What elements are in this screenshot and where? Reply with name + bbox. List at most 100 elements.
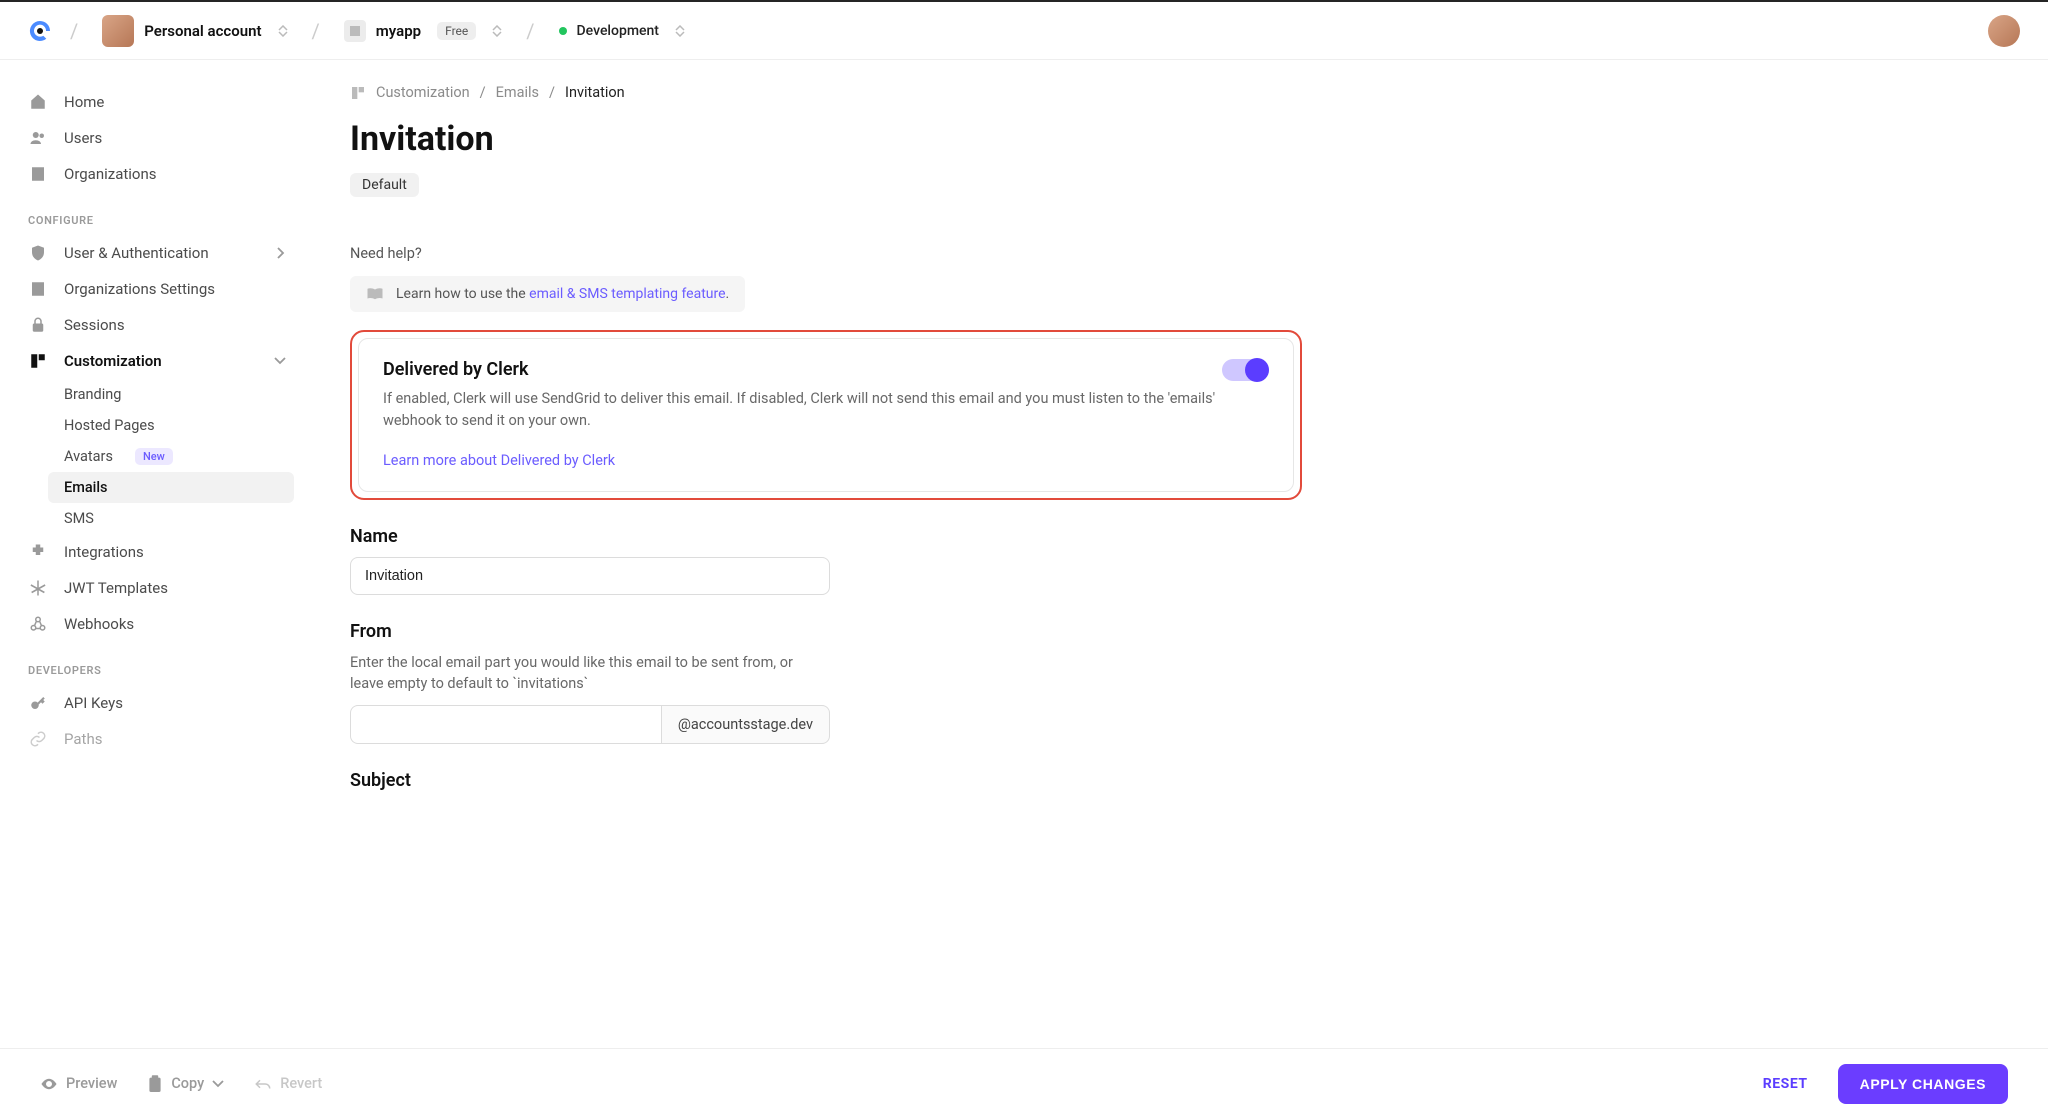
sidebar-item-label: Emails [64,479,108,496]
sidebar-item-organizations[interactable]: Organizations [0,156,310,192]
sidebar-item-label: Organizations [64,165,157,183]
sidebar-item-integrations[interactable]: Integrations [0,534,310,570]
name-input[interactable] [350,557,830,595]
main-content: Customization / Emails / Invitation Invi… [310,60,1350,1048]
help-text: Learn how to use the email & SMS templat… [396,286,729,302]
app-name: myapp [376,22,421,40]
learn-more-link[interactable]: Learn more about Delivered by Clerk [383,452,615,469]
help-box: Learn how to use the email & SMS templat… [350,276,745,312]
chevron-updown-icon [492,25,502,37]
from-input[interactable] [350,705,661,744]
apply-changes-button[interactable]: APPLY CHANGES [1838,1064,2008,1104]
highlighted-card-outline: Delivered by Clerk If enabled, Clerk wil… [350,330,1302,500]
from-description: Enter the local email part you would lik… [350,652,810,696]
separator: / [526,19,534,43]
sidebar-item-api-keys[interactable]: API Keys [0,685,310,721]
sidebar-item-org-settings[interactable]: Organizations Settings [0,271,310,307]
undo-icon [254,1077,272,1091]
plugin-icon [28,542,48,562]
book-icon [366,287,384,301]
palette-icon [350,85,366,101]
sidebar-item-emails[interactable]: Emails [48,472,294,503]
preview-button[interactable]: Preview [40,1075,117,1092]
sidebar-item-label: API Keys [64,694,123,712]
asterisk-icon [28,578,48,598]
breadcrumb-item[interactable]: Emails [496,84,539,101]
users-icon [28,128,48,148]
chevron-down-icon [274,356,286,366]
delivered-toggle[interactable] [1222,359,1269,381]
chevron-down-icon [212,1080,224,1088]
chevron-updown-icon [278,25,288,37]
card-description: If enabled, Clerk will use SendGrid to d… [383,388,1222,432]
sidebar-item-users[interactable]: Users [0,120,310,156]
sidebar-item-label: Sessions [64,316,125,334]
sidebar: Home Users Organizations CONFIGURE User … [0,60,310,1048]
app-selector[interactable]: myapp Free [338,16,508,46]
sidebar-item-label: Avatars [64,448,113,465]
separator: / [549,84,555,101]
plan-badge: Free [437,22,476,40]
link-icon [28,729,48,749]
copy-button[interactable]: Copy [147,1075,224,1093]
new-badge: New [135,448,173,465]
environment-selector[interactable]: Development [553,19,691,43]
from-domain-addon: @accountsstage.dev [661,705,830,744]
sidebar-item-branding[interactable]: Branding [0,379,310,410]
sidebar-item-jwt[interactable]: JWT Templates [0,570,310,606]
account-selector[interactable]: Personal account [96,11,293,51]
building-icon [28,164,48,184]
separator: / [70,19,78,43]
sidebar-item-user-auth[interactable]: User & Authentication [0,235,310,271]
sidebar-item-avatars[interactable]: Avatars New [0,441,310,472]
account-name: Personal account [144,22,261,40]
sidebar-item-label: SMS [64,510,94,527]
delivered-by-clerk-card: Delivered by Clerk If enabled, Clerk wil… [358,338,1294,492]
from-label: From [350,621,1302,642]
help-label: Need help? [350,245,1302,262]
from-input-group: @accountsstage.dev [350,705,830,744]
sidebar-item-sms[interactable]: SMS [0,503,310,534]
app-icon [344,20,366,42]
lock-icon [28,315,48,335]
top-bar: / Personal account / myapp Free / Develo… [0,0,2048,60]
sidebar-item-customization[interactable]: Customization [0,343,310,379]
revert-button[interactable]: Revert [254,1075,322,1092]
webhook-icon [28,614,48,634]
sidebar-item-label: Integrations [64,543,144,561]
default-badge: Default [350,173,419,197]
sidebar-item-sessions[interactable]: Sessions [0,307,310,343]
palette-icon [28,351,48,371]
sidebar-item-paths[interactable]: Paths [0,721,310,757]
name-label: Name [350,526,1302,547]
sidebar-item-label: Organizations Settings [64,280,215,298]
sidebar-item-hosted-pages[interactable]: Hosted Pages [0,410,310,441]
shield-icon [28,243,48,263]
sidebar-item-label: Branding [64,386,121,403]
copy-label: Copy [171,1075,204,1092]
sidebar-item-label: Hosted Pages [64,417,155,434]
separator: / [480,84,486,101]
building-icon [28,279,48,299]
revert-label: Revert [280,1075,322,1092]
sidebar-item-home[interactable]: Home [0,84,310,120]
sidebar-item-label: User & Authentication [64,244,209,262]
breadcrumb-current: Invitation [565,84,625,101]
reset-button[interactable]: RESET [1763,1076,1808,1092]
breadcrumb-item[interactable]: Customization [376,84,470,101]
preview-label: Preview [66,1075,117,1092]
sidebar-item-webhooks[interactable]: Webhooks [0,606,310,642]
separator: / [312,19,320,43]
home-icon [28,92,48,112]
help-link[interactable]: email & SMS templating feature [529,286,725,302]
clipboard-icon [147,1075,163,1093]
user-avatar[interactable] [1988,15,2020,47]
footer-bar: Preview Copy Revert RESET APPLY CHANGES [0,1048,2048,1118]
chevron-updown-icon [675,25,685,37]
clerk-logo-icon[interactable] [28,19,52,43]
environment-status-icon [559,27,567,35]
card-title: Delivered by Clerk [383,359,1222,380]
sidebar-item-label: JWT Templates [64,579,168,597]
subject-label: Subject [350,770,1302,791]
sidebar-item-label: Paths [64,730,102,748]
